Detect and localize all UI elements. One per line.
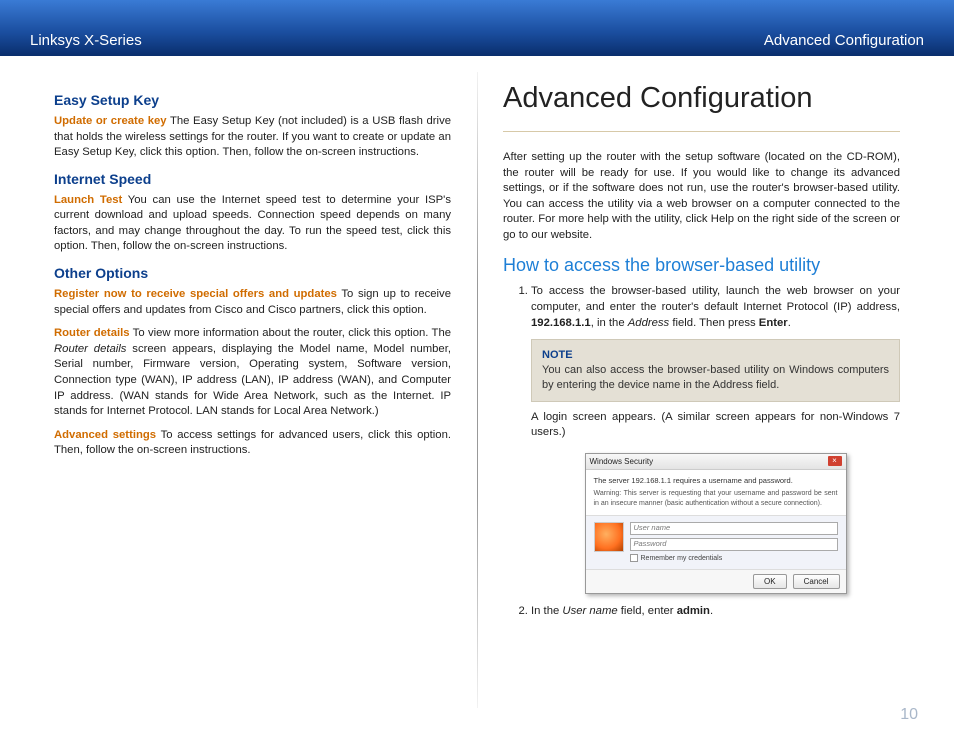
header-section: Advanced Configuration	[764, 32, 924, 49]
para-easy-setup-key: Update or create key The Easy Setup Key …	[54, 114, 451, 161]
heading-other-options: Other Options	[54, 265, 451, 281]
heading-internet-speed: Internet Speed	[54, 171, 451, 187]
step-2: In the User name field, enter admin.	[531, 604, 900, 620]
note-text: You can also access the browser-based ut…	[542, 364, 889, 391]
note-box: NOTE You can also access the browser-bas…	[531, 339, 900, 402]
checkbox-icon[interactable]	[630, 554, 638, 562]
dialog-credentials: User name Password Remember my credentia…	[586, 515, 846, 570]
title-rule	[503, 131, 900, 132]
para-internet-speed: Launch Test You can use the Internet spe…	[54, 193, 451, 255]
dialog-title-text: Windows Security	[590, 456, 654, 467]
page-number: 10	[900, 706, 918, 724]
note-label: NOTE	[542, 349, 573, 361]
lead-advanced-settings: Advanced settings	[54, 429, 156, 441]
steps-list: To access the browser-based utility, lau…	[503, 284, 900, 619]
remember-checkbox-row[interactable]: Remember my credentials	[630, 554, 838, 564]
lead-register: Register now to receive special offers a…	[54, 288, 337, 300]
left-column: Easy Setup Key Update or create key The …	[30, 82, 477, 696]
page-title: Advanced Configuration	[503, 82, 900, 115]
para-register: Register now to receive special offers a…	[54, 287, 451, 318]
lead-launch-test: Launch Test	[54, 194, 122, 206]
dialog-titlebar: Windows Security ×	[586, 454, 846, 470]
ok-button[interactable]: OK	[753, 574, 787, 589]
avatar-icon	[594, 522, 624, 552]
password-field[interactable]: Password	[630, 538, 838, 551]
dialog-warning: Warning: This server is requesting that …	[594, 489, 838, 508]
dialog-buttons: OK Cancel	[586, 569, 846, 593]
header-product: Linksys X-Series	[30, 32, 142, 49]
login-dialog-figure: Windows Security × The server 192.168.1.…	[531, 453, 900, 594]
cancel-button[interactable]: Cancel	[793, 574, 840, 589]
lead-router-details: Router details	[54, 327, 130, 339]
dialog-body: The server 192.168.1.1 requires a userna…	[586, 470, 846, 515]
heading-easy-setup-key: Easy Setup Key	[54, 92, 451, 108]
header-bar: Linksys X-Series Advanced Configuration	[0, 0, 954, 56]
username-field[interactable]: User name	[630, 522, 838, 535]
step-1: To access the browser-based utility, lau…	[531, 284, 900, 594]
right-column: Advanced Configuration After setting up …	[477, 82, 924, 696]
dialog-message: The server 192.168.1.1 requires a userna…	[594, 476, 838, 486]
lead-update-key: Update or create key	[54, 115, 167, 127]
para-router-details: Router details To view more information …	[54, 326, 451, 419]
windows-security-dialog: Windows Security × The server 192.168.1.…	[585, 453, 847, 594]
para-after-note: A login screen appears. (A similar scree…	[531, 410, 900, 441]
para-advanced-settings: Advanced settings To access settings for…	[54, 428, 451, 459]
para-intro: After setting up the router with the set…	[503, 150, 900, 243]
page-body: Easy Setup Key Update or create key The …	[0, 56, 954, 696]
heading-how-to-access: How to access the browser-based utility	[503, 255, 900, 276]
close-icon[interactable]: ×	[828, 456, 842, 466]
